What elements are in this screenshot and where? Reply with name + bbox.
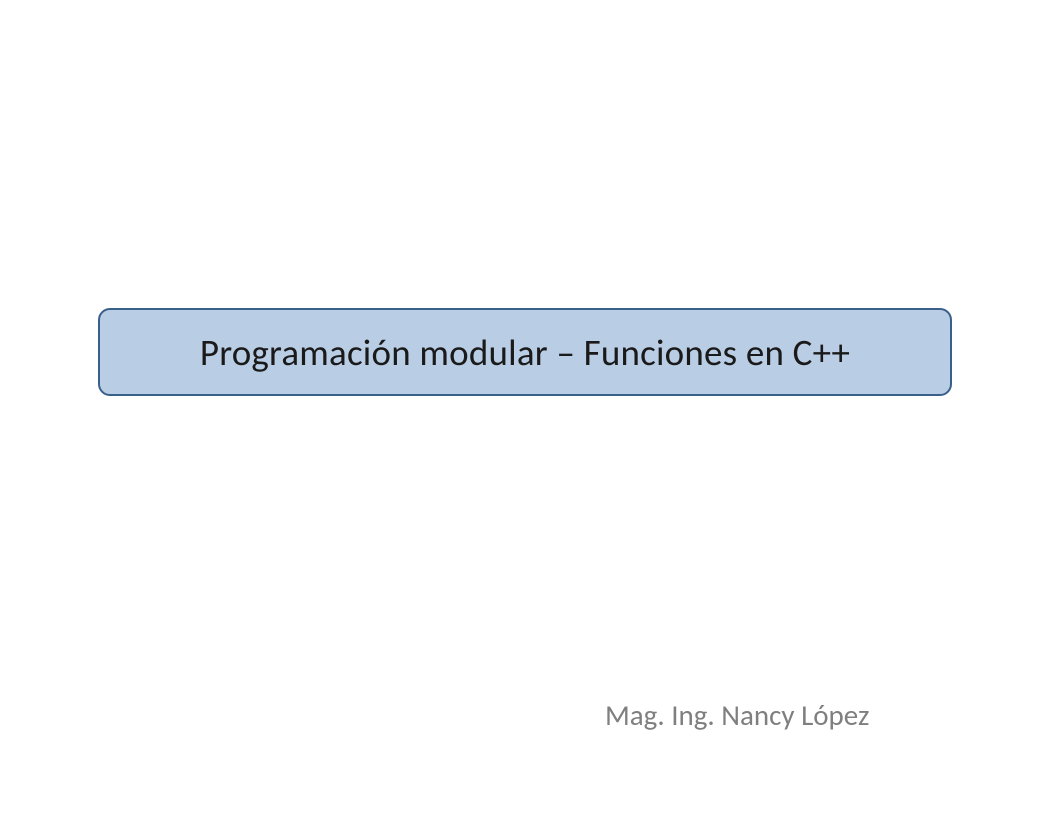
slide-title: Programación modular – Funciones en C++ xyxy=(200,330,850,375)
slide-author: Mag. Ing. Nancy López xyxy=(605,697,869,733)
slide-title-box: Programación modular – Funciones en C++ xyxy=(98,308,952,396)
